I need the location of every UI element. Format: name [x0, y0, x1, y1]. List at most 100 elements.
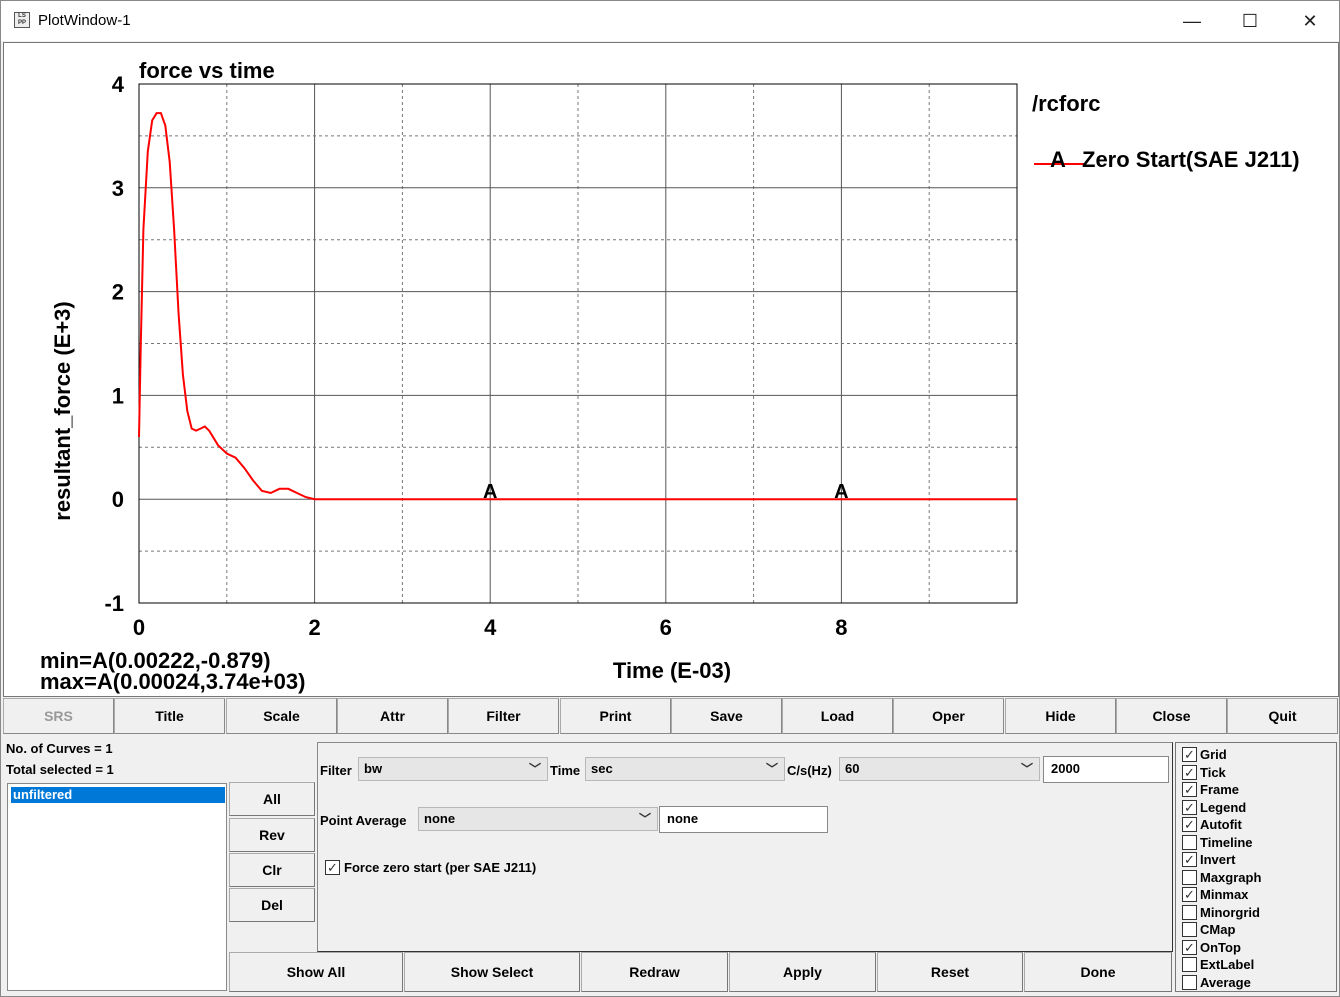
y-tick-label: 1: [112, 383, 124, 408]
option-minorgrid[interactable]: Minorgrid: [1182, 904, 1260, 921]
show-select-button[interactable]: Show Select: [404, 952, 580, 992]
chevron-down-icon: ﹀: [638, 812, 651, 826]
options-panel: ✓ Grid ✓ Tick ✓ Frame ✓ Legend ✓ Autofit Timeline ✓…: [1175, 742, 1337, 992]
filter-box: Filter bw ﹀ Time sec ﹀ C/s(Hz) 60 ﹀ 2000…: [317, 742, 1173, 952]
option-autofit[interactable]: ✓ Autofit: [1182, 816, 1242, 833]
point-average-input[interactable]: none: [659, 806, 828, 833]
x-tick-label: 0: [133, 615, 145, 640]
ontop-checkbox[interactable]: ✓: [1182, 939, 1197, 955]
time-label: Time: [550, 763, 581, 778]
clear-selection-button[interactable]: Clr: [229, 853, 315, 887]
title-bar[interactable]: LS PP PlotWindow-1 — ☐ ✕: [1, 1, 1339, 41]
save-button[interactable]: Save: [671, 698, 782, 734]
quit-button[interactable]: Quit: [1227, 698, 1338, 734]
x-axis-label: Time (E-03): [613, 658, 731, 683]
x-tick-label: 2: [308, 615, 320, 640]
chevron-down-icon: ﹀: [528, 762, 541, 776]
reverse-selection-button[interactable]: Rev: [229, 818, 315, 852]
frame-checkbox[interactable]: ✓: [1182, 782, 1197, 797]
attr-button[interactable]: Attr: [337, 698, 448, 734]
show-all-button[interactable]: Show All: [229, 952, 403, 992]
cmap-checkbox[interactable]: [1182, 922, 1197, 937]
option-cmap[interactable]: CMap: [1182, 921, 1235, 938]
option-grid[interactable]: ✓ Grid: [1182, 746, 1227, 763]
option-legend[interactable]: ✓ Legend: [1182, 799, 1246, 816]
title-button[interactable]: Title: [114, 698, 225, 734]
option-extlabel[interactable]: ExtLabel: [1182, 956, 1254, 973]
option-average[interactable]: Average: [1182, 974, 1251, 991]
list-item[interactable]: unfiltered: [11, 787, 225, 803]
toolbar: SRS Title Scale Attr Filter Print Save Load Oper…: [3, 698, 1339, 734]
select-all-button[interactable]: All: [229, 782, 315, 816]
grid-checkbox[interactable]: ✓: [1182, 747, 1197, 762]
option-frame[interactable]: ✓ Frame: [1182, 781, 1239, 798]
option-label: Legend: [1200, 799, 1247, 815]
maximize-button[interactable]: ☐: [1221, 1, 1279, 41]
option-ontop[interactable]: ✓ OnTop: [1182, 939, 1241, 956]
plot-area[interactable]: 0 2 4 6 8 -1 0 1 2 3 4 A A force vs time resultant_…: [3, 42, 1339, 697]
zero-start-checkbox[interactable]: ✓: [325, 860, 340, 875]
filter-button[interactable]: Filter: [448, 698, 559, 734]
y-tick-label: 3: [112, 176, 124, 201]
apply-button[interactable]: Apply: [729, 952, 876, 992]
curve-list[interactable]: unfiltered: [7, 783, 227, 991]
option-invert[interactable]: ✓ Invert: [1182, 851, 1235, 868]
option-timeline[interactable]: Timeline: [1182, 834, 1253, 851]
delete-curve-button[interactable]: Del: [229, 888, 315, 922]
redraw-button[interactable]: Redraw: [581, 952, 728, 992]
time-select[interactable]: sec ﹀: [585, 757, 785, 781]
close-window-button[interactable]: ✕: [1281, 1, 1339, 41]
option-label: Maxgraph: [1200, 869, 1262, 885]
close-button[interactable]: Close: [1116, 698, 1227, 734]
curve-marker: A: [834, 481, 848, 503]
chart-svg: 0 2 4 6 8 -1 0 1 2 3 4 A A force vs time resultant_…: [40, 58, 1300, 694]
option-label: Average: [1200, 974, 1251, 990]
option-label: Autofit: [1200, 817, 1242, 832]
cfc-select[interactable]: 60 ﹀: [839, 757, 1040, 781]
minmax-checkbox[interactable]: ✓: [1182, 887, 1197, 902]
point-average-select[interactable]: none ﹀: [418, 807, 658, 831]
option-label: ExtLabel: [1200, 957, 1255, 972]
minimize-button[interactable]: —: [1163, 1, 1221, 41]
done-button[interactable]: Done: [1024, 952, 1172, 992]
option-label: OnTop: [1200, 939, 1241, 955]
y-axis-label: resultant_force (E+3): [50, 301, 75, 520]
option-tick[interactable]: ✓ Tick: [1182, 764, 1226, 781]
legend-marker: A: [1050, 147, 1066, 172]
y-tick-label: -1: [104, 591, 124, 616]
legend-label: Zero Start(SAE J211): [1082, 147, 1300, 172]
cfc-label: C/s(Hz): [787, 763, 832, 778]
sample-rate-input[interactable]: 2000: [1043, 756, 1169, 783]
option-maxgraph[interactable]: Maxgraph: [1182, 869, 1261, 886]
extlabel-checkbox[interactable]: [1182, 957, 1197, 972]
minorgrid-checkbox[interactable]: [1182, 904, 1197, 920]
print-button[interactable]: Print: [560, 698, 671, 734]
average-checkbox[interactable]: [1182, 974, 1197, 990]
hide-button[interactable]: Hide: [1005, 698, 1116, 734]
option-label: Minorgrid: [1200, 904, 1260, 920]
curve-count: No. of Curves = 1: [6, 741, 113, 756]
option-label: Tick: [1200, 764, 1226, 780]
invert-checkbox[interactable]: ✓: [1182, 852, 1197, 867]
oper-button[interactable]: Oper: [893, 698, 1004, 734]
legend-checkbox[interactable]: ✓: [1182, 799, 1197, 815]
selected-count: Total selected = 1: [6, 762, 114, 777]
window-title: PlotWindow-1: [38, 12, 131, 29]
curve-marker: A: [483, 481, 497, 503]
tick-checkbox[interactable]: ✓: [1182, 764, 1197, 780]
autofit-checkbox[interactable]: ✓: [1182, 817, 1197, 832]
filter-select[interactable]: bw ﹀: [358, 757, 548, 781]
srs-button[interactable]: SRS: [3, 698, 114, 734]
scale-button[interactable]: Scale: [226, 698, 337, 734]
y-tick-label: 4: [112, 72, 125, 97]
reset-button[interactable]: Reset: [877, 952, 1023, 992]
timeline-checkbox[interactable]: [1182, 834, 1197, 850]
y-tick-label: 2: [112, 280, 124, 305]
chevron-down-icon: ﹀: [765, 762, 778, 776]
option-minmax[interactable]: ✓ Minmax: [1182, 886, 1248, 903]
maxgraph-checkbox[interactable]: [1182, 869, 1197, 885]
option-label: Frame: [1200, 782, 1240, 797]
option-label: Timeline: [1200, 834, 1253, 850]
load-button[interactable]: Load: [782, 698, 893, 734]
filter-select-value: bw: [364, 761, 383, 776]
